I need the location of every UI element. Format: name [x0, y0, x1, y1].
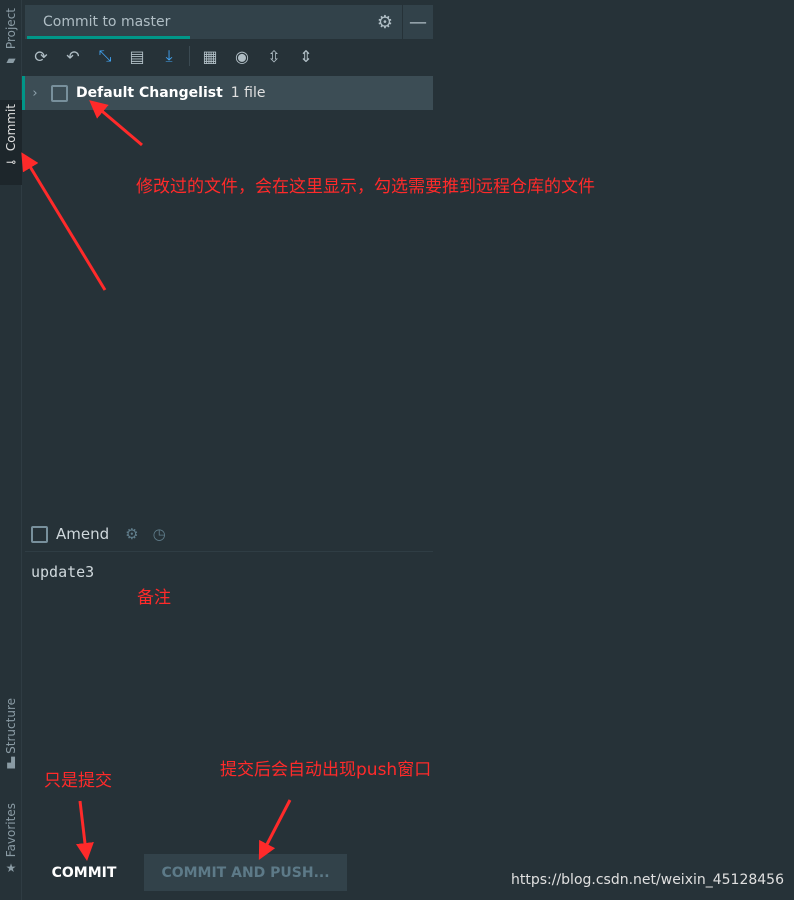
annotation-files: 修改过的文件，会在这里显示，勾选需要推到远程仓库的文件 — [136, 177, 595, 197]
commit-icon: ⊸ — [5, 155, 17, 170]
update-icon[interactable]: ⤓ — [153, 43, 185, 69]
sidebar-tab-favorites[interactable]: Favorites ★ — [0, 803, 22, 885]
commit-button[interactable]: COMMIT — [36, 855, 132, 890]
commit-and-push-button[interactable]: COMMIT AND PUSH... — [144, 854, 347, 891]
star-icon: ★ — [5, 861, 17, 876]
sidebar-tab-commit[interactable]: Commit ⊸ — [0, 100, 22, 185]
collapse-all-icon[interactable]: ⇕ — [290, 43, 322, 69]
arrow — [76, 800, 94, 861]
view-options-icon[interactable]: ◉ — [226, 43, 258, 69]
expand-all-icon[interactable]: ⇳ — [258, 43, 290, 69]
sidebar-tab-label: Project — [4, 8, 18, 50]
folder-icon: ▰ — [6, 53, 16, 68]
changelist-checkbox[interactable] — [51, 84, 68, 102]
structure-icon: ▟ — [7, 757, 15, 769]
tool-window-header: Commit to master ⚙ — — [25, 5, 433, 39]
refresh-icon[interactable]: ⟳ — [25, 43, 57, 69]
sidebar-tab-label: Commit — [4, 104, 18, 152]
commit-toolbar: ⟳ ↶ ⤡ ▤ ⤓ ▦ ◉ ⇳ ⇕ — [25, 42, 433, 70]
amend-checkbox[interactable] — [31, 525, 48, 543]
sidebar-tab-project[interactable]: Project ▰ — [0, 8, 22, 83]
amend-option[interactable]: Amend ⚙ ◷ — [31, 525, 166, 543]
changelist-icon[interactable]: ▤ — [121, 43, 153, 69]
sidebar-tab-label: Favorites — [4, 803, 18, 858]
rollback-icon[interactable]: ↶ — [57, 43, 89, 69]
annotation-push: 提交后会自动出现push窗口 — [220, 760, 432, 780]
annotation-note: 备注 — [137, 588, 171, 608]
sidebar-tab-label: Structure — [4, 698, 18, 754]
gear-icon[interactable]: ⚙ — [125, 525, 138, 543]
tool-window-strip: Project ▰ Commit ⊸ Structure ▟ Favorites ★ — [0, 0, 22, 900]
chevron-right-icon[interactable]: › — [25, 86, 45, 101]
divider — [25, 551, 433, 552]
changelist-count: 1 file — [230, 85, 266, 101]
amend-label: Amend — [56, 525, 110, 543]
changelist-name: Default Changelist — [76, 85, 223, 101]
minimize-icon[interactable]: — — [403, 5, 433, 39]
gear-icon[interactable]: ⚙ — [370, 5, 400, 39]
arrow — [89, 100, 143, 147]
changelist-row[interactable]: › Default Changelist 1 file — [22, 76, 433, 110]
toolbar-separator — [189, 46, 190, 66]
annotation-commit-only: 只是提交 — [44, 771, 112, 791]
group-by-icon[interactable]: ▦ — [194, 43, 226, 69]
sidebar-tab-structure[interactable]: Structure ▟ — [0, 698, 22, 780]
diff-icon[interactable]: ⤡ — [89, 43, 121, 69]
arrow — [21, 152, 107, 291]
commit-message-input[interactable]: update3 — [31, 563, 94, 581]
arrow — [258, 799, 292, 860]
history-icon[interactable]: ◷ — [153, 525, 166, 543]
tab-commit-to-master[interactable]: Commit to master — [27, 5, 190, 39]
watermark: https://blog.csdn.net/weixin_45128456 — [510, 872, 784, 888]
